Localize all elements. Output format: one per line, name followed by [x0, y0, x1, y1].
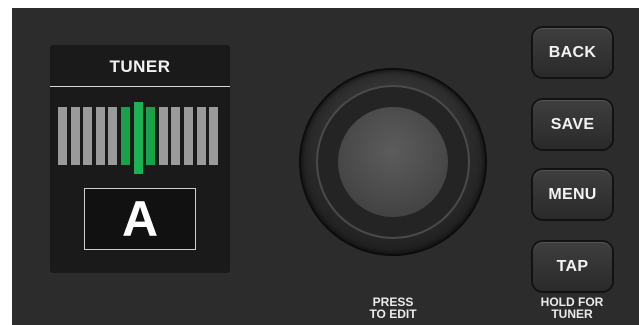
save-button[interactable]: SAVE — [533, 100, 612, 149]
tap-caption: HOLD FOR TUNER — [524, 296, 620, 320]
meter-segment — [146, 107, 155, 165]
meter-segment — [171, 107, 180, 165]
edit-knob[interactable] — [301, 70, 485, 254]
meter-segment — [83, 107, 92, 165]
tuner-display: TUNER A — [50, 45, 230, 273]
meter-segment — [121, 107, 130, 165]
tap-button[interactable]: TAP — [533, 242, 612, 291]
meter-segment — [134, 102, 143, 174]
back-button[interactable]: BACK — [533, 28, 612, 77]
amp-control-panel: TUNER A PRESS TO EDIT BACK SAVE MENU TAP… — [12, 8, 639, 325]
meter-segment — [108, 107, 117, 165]
menu-button[interactable]: MENU — [533, 170, 612, 219]
meter-segment — [96, 107, 105, 165]
tuner-title: TUNER — [109, 57, 171, 76]
meter-segment — [71, 107, 80, 165]
meter-segment — [184, 107, 193, 165]
knob-cap[interactable] — [338, 107, 448, 217]
note-box: A — [84, 188, 196, 250]
knob-caption-line2: TO EDIT — [369, 307, 417, 321]
tuner-meter — [58, 102, 222, 176]
note-name: A — [121, 191, 159, 247]
meter-segment — [209, 107, 218, 165]
meter-segment — [58, 107, 67, 165]
knob-ring — [318, 87, 468, 237]
tap-caption-line2: TUNER — [551, 307, 593, 321]
meter-segment — [197, 107, 206, 165]
knob-caption: PRESS TO EDIT — [343, 296, 443, 320]
tuner-divider — [50, 86, 230, 87]
meter-segment — [159, 107, 168, 165]
